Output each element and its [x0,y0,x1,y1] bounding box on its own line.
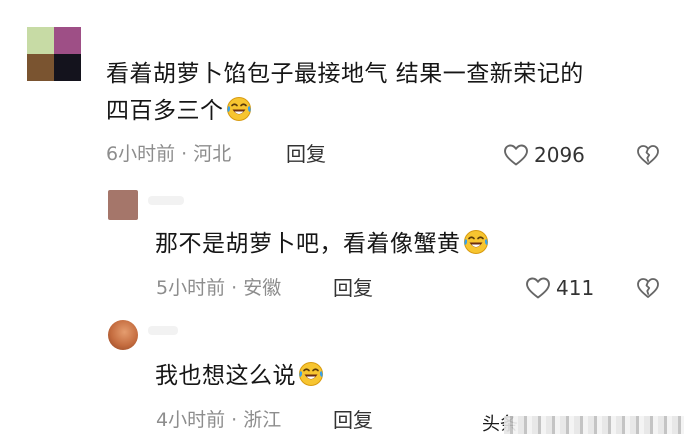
avatar[interactable] [27,27,81,81]
broken-heart-outline-icon[interactable] [636,143,660,167]
laughing-tears-icon [226,96,252,122]
like-button[interactable]: 2096 [503,141,585,169]
watermark: 头条 [478,412,690,438]
laughing-tears-icon [463,229,489,255]
comment-text-line-2: 四百多三个 [106,91,252,132]
username-blurred[interactable] [148,196,184,205]
reply-text: 那不是胡萝卜吧，看着像蟹黄 [155,224,489,265]
like-count: 411 [556,276,595,300]
avatar[interactable] [108,190,138,220]
comment-time-location: 5小时前 · 安徽 [156,277,282,299]
reply-button[interactable]: 回复 [286,140,326,168]
watermark-blur [504,416,684,434]
comment-time-location: 4小时前 · 浙江 [156,409,282,431]
like-button[interactable]: 411 [525,274,594,302]
heart-outline-icon [504,144,528,166]
reply-button[interactable]: 回复 [333,274,373,302]
reply-button[interactable]: 回复 [333,406,373,434]
reply-text-content: 那不是胡萝卜吧，看着像蟹黄 [155,231,461,257]
reply-text: 我也想这么说 [155,356,324,397]
comment-text-line-1: 看着胡萝卜馅包子最接地气 结果一查新荣记的 [106,61,584,87]
reply-text-content: 我也想这么说 [155,363,296,389]
like-count: 2096 [534,143,585,167]
laughing-tears-icon [298,361,324,387]
heart-outline-icon [526,277,550,299]
broken-heart-outline-icon[interactable] [636,276,660,300]
comment-text-line-2-content: 四百多三个 [106,98,224,124]
username-blurred[interactable] [148,326,178,335]
avatar[interactable] [108,320,138,350]
comment-time-location: 6小时前 · 河北 [106,143,232,165]
